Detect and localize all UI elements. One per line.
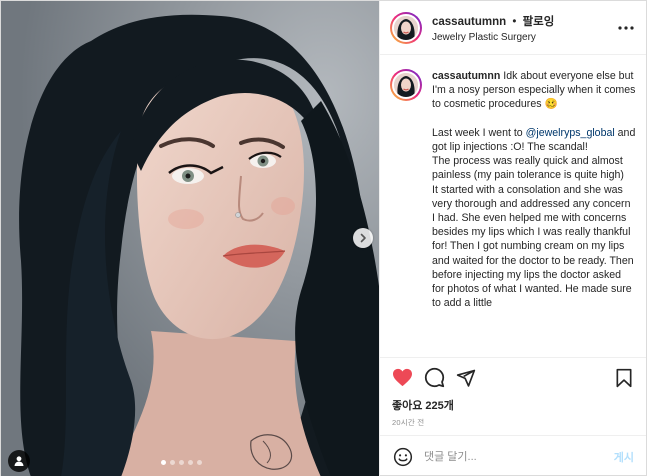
carousel-dot: [170, 460, 175, 465]
carousel-dot: [188, 460, 193, 465]
header-username[interactable]: cassautumnn: [432, 16, 506, 28]
post-timestamp[interactable]: 20시간 전: [380, 413, 646, 435]
caption-username[interactable]: cassautumnn: [432, 70, 500, 82]
user-tag-button[interactable]: [8, 450, 30, 472]
caption-para2: The process was really quick and almost …: [432, 155, 626, 182]
caption-area: cassautumnn Idk about everyone else but …: [380, 55, 646, 357]
share-icon: [456, 369, 476, 387]
save-button[interactable]: [610, 364, 638, 392]
bookmark-icon: [616, 368, 632, 387]
like-count[interactable]: 좋아요 225개: [380, 397, 646, 413]
share-button[interactable]: [452, 364, 480, 392]
carousel-dot: [197, 460, 202, 465]
avatar-image: [394, 15, 418, 40]
heart-filled-icon: [392, 368, 412, 387]
caption-mention-link[interactable]: @jewelryps_global: [526, 127, 615, 139]
portrait-illustration: [1, 1, 379, 476]
post-side-panel: cassautumnn • 팔로잉 Jewelry Plastic Surger…: [379, 1, 646, 476]
emoji-icon: [393, 447, 413, 466]
avatar-image: [394, 73, 418, 97]
post-photo[interactable]: [1, 1, 379, 476]
carousel-next-button[interactable]: [353, 228, 373, 248]
comment-button[interactable]: [420, 364, 448, 392]
carousel-dot: [179, 460, 184, 465]
caption-avatar[interactable]: [390, 69, 422, 101]
post-container: cassautumnn • 팔로잉 Jewelry Plastic Surger…: [0, 0, 647, 476]
carousel-dot: [161, 460, 166, 465]
like-button[interactable]: [388, 364, 416, 392]
caption-text: cassautumnn Idk about everyone else but …: [432, 69, 636, 357]
caption-para3: It started with a consolation and she wa…: [432, 183, 637, 310]
comment-icon: [424, 367, 444, 388]
avatar[interactable]: [390, 11, 422, 44]
more-horizontal-icon: [618, 25, 634, 30]
carousel-indicator: [161, 460, 202, 465]
chevron-right-icon: [360, 233, 366, 243]
header-separator: •: [512, 15, 517, 28]
post-header: cassautumnn • 팔로잉 Jewelry Plastic Surger…: [380, 1, 646, 55]
post-comment-button[interactable]: 게시: [614, 449, 634, 465]
location-link[interactable]: Jewelry Plastic Surgery: [432, 32, 616, 43]
user-tag-icon: [14, 456, 24, 466]
caption-para1-prefix: Last week I went to: [432, 126, 526, 139]
comment-input[interactable]: [424, 450, 614, 463]
comment-bar: 게시: [380, 435, 646, 476]
more-options-button[interactable]: [616, 18, 636, 38]
following-button[interactable]: 팔로잉: [523, 16, 555, 28]
action-bar: [380, 357, 646, 397]
emoji-button[interactable]: [392, 446, 414, 468]
